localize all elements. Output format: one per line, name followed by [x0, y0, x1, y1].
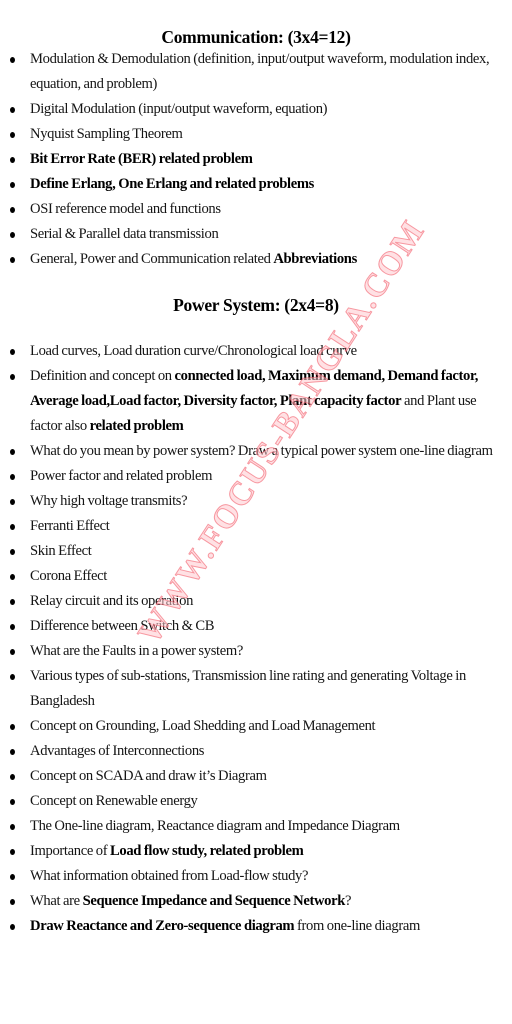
bullet-icon [10, 349, 15, 355]
topic-list-item: Power factor and related problem [0, 464, 505, 489]
power-system-topic-list: Load curves, Load duration curve/Chronol… [0, 339, 505, 939]
bullet-icon [10, 849, 15, 855]
section-title-communication: Communication: (3x4=12) [161, 27, 351, 47]
topic-list-item: Relay circuit and its operation [0, 589, 505, 614]
topic-text: Skin Effect [30, 543, 92, 559]
topic-list-item: What are the Faults in a power system? [0, 639, 505, 664]
topic-list-item: Nyquist Sampling Theorem [0, 122, 505, 147]
topic-list-item: Define Erlang, One Erlang and related pr… [0, 172, 505, 197]
bullet-icon [10, 874, 15, 880]
bullet-icon [10, 57, 15, 63]
topic-list-item: What do you mean by power system? Draw a… [0, 439, 505, 464]
topic-text: What are the Faults in a power system? [30, 643, 243, 659]
topic-text: What information obtained from Load-flow… [30, 868, 309, 884]
topic-text: The One-line diagram, Reactance diagram … [30, 818, 400, 834]
bullet-icon [10, 449, 15, 455]
topic-list-item: What information obtained from Load-flow… [0, 864, 505, 889]
topic-list-item: Various types of sub-stations, Transmiss… [0, 664, 505, 714]
topic-list-item: General, Power and Communication related… [0, 247, 505, 272]
topic-text: Various types of sub-stations, Transmiss… [30, 668, 466, 709]
bullet-icon [10, 374, 15, 380]
topic-text-bold: Define Erlang, One Erlang and related pr… [30, 176, 314, 192]
topic-text: Ferranti Effect [30, 518, 110, 534]
bullet-icon [10, 157, 15, 163]
topic-text: What are [30, 893, 83, 909]
topic-list-item: Digital Modulation (input/output wavefor… [0, 97, 505, 122]
topic-list-item: Concept on Renewable energy [0, 789, 505, 814]
topic-text: Definition and concept on [30, 368, 175, 384]
section-title-power-system: Power System: (2x4=8) [173, 295, 339, 315]
topic-text-bold: Draw Reactance and Zero-sequence diagram [30, 918, 295, 934]
bullet-icon [10, 207, 15, 213]
bullet-icon [10, 232, 15, 238]
topic-text: Relay circuit and its operation [30, 593, 194, 609]
syllabus-page: Communication: (3x4=12) Modulation & Dem… [0, 0, 512, 1024]
bullet-icon [10, 132, 15, 138]
topic-list-item: Skin Effect [0, 539, 505, 564]
topic-text: Concept on Renewable energy [30, 793, 198, 809]
bullet-icon [10, 649, 15, 655]
bullet-icon [10, 824, 15, 830]
topic-text: Power factor and related problem [30, 468, 213, 484]
topic-text: Load curves, Load duration curve/Chronol… [30, 343, 357, 359]
topic-text: from one-line diagram [294, 918, 420, 934]
topic-list-item: Modulation & Demodulation (definition, i… [0, 47, 505, 97]
bullet-icon [10, 724, 15, 730]
topic-text: Corona Effect [30, 568, 107, 584]
bullet-icon [10, 924, 15, 930]
topic-list-item: Concept on SCADA and draw it’s Diagram [0, 764, 505, 789]
topic-text: Difference between Switch & CB [30, 618, 215, 634]
topic-text-bold: Bit Error Rate (BER) related problem [30, 151, 253, 167]
bullet-icon [10, 749, 15, 755]
topic-text: Nyquist Sampling Theorem [30, 126, 183, 142]
topic-list-item: OSI reference model and functions [0, 197, 505, 222]
bullet-icon [10, 107, 15, 113]
topic-list-item: Definition and concept on connected load… [0, 364, 505, 439]
topic-list-item: Concept on Grounding, Load Shedding and … [0, 714, 505, 739]
topic-text: Digital Modulation (input/output wavefor… [30, 101, 328, 117]
topic-text: What do you mean by power system? Draw a… [30, 443, 493, 459]
topic-list-item: Bit Error Rate (BER) related problem [0, 147, 505, 172]
topic-text: Modulation & Demodulation (definition, i… [30, 51, 490, 92]
communication-topic-list: Modulation & Demodulation (definition, i… [0, 47, 505, 272]
topic-text: Concept on SCADA and draw it’s Diagram [30, 768, 267, 784]
topic-text: General, Power and Communication related [30, 251, 274, 267]
bullet-icon [10, 899, 15, 905]
topic-text: Why high voltage transmits? [30, 493, 188, 509]
topic-list-item: Draw Reactance and Zero-sequence diagram… [0, 914, 505, 939]
topic-text-bold: related problem [89, 418, 184, 434]
topic-text: Advantages of Interconnections [30, 743, 205, 759]
bullet-icon [10, 574, 15, 580]
topic-text: ? [345, 893, 352, 909]
topic-list-item: Load curves, Load duration curve/Chronol… [0, 339, 505, 364]
bullet-icon [10, 549, 15, 555]
topic-text: Concept on Grounding, Load Shedding and … [30, 718, 376, 734]
topic-list-item: Why high voltage transmits? [0, 489, 505, 514]
topic-list-item: Corona Effect [0, 564, 505, 589]
bullet-icon [10, 774, 15, 780]
topic-list-item: Serial & Parallel data transmission [0, 222, 505, 247]
bullet-icon [10, 799, 15, 805]
bullet-icon [10, 182, 15, 188]
topic-text-bold: Load flow study, related problem [110, 843, 304, 859]
topic-list-item: What are Sequence Impedance and Sequence… [0, 889, 505, 914]
topic-text-bold: Abbreviations [273, 251, 357, 267]
topic-text: Serial & Parallel data transmission [30, 226, 219, 242]
bullet-icon [10, 499, 15, 505]
bullet-icon [10, 524, 15, 530]
topic-list-item: The One-line diagram, Reactance diagram … [0, 814, 505, 839]
bullet-icon [10, 474, 15, 480]
topic-text-bold: Sequence Impedance and Sequence Network [82, 893, 346, 909]
topic-list-item: Difference between Switch & CB [0, 614, 505, 639]
bullet-icon [10, 624, 15, 630]
bullet-icon [10, 599, 15, 605]
topic-list-item: Ferranti Effect [0, 514, 505, 539]
topic-list-item: Importance of Load flow study, related p… [0, 839, 505, 864]
topic-list-item: Advantages of Interconnections [0, 739, 505, 764]
bullet-icon [10, 257, 15, 263]
topic-text: Importance of [30, 843, 111, 859]
bullet-icon [10, 674, 15, 680]
topic-text: OSI reference model and functions [30, 201, 221, 217]
